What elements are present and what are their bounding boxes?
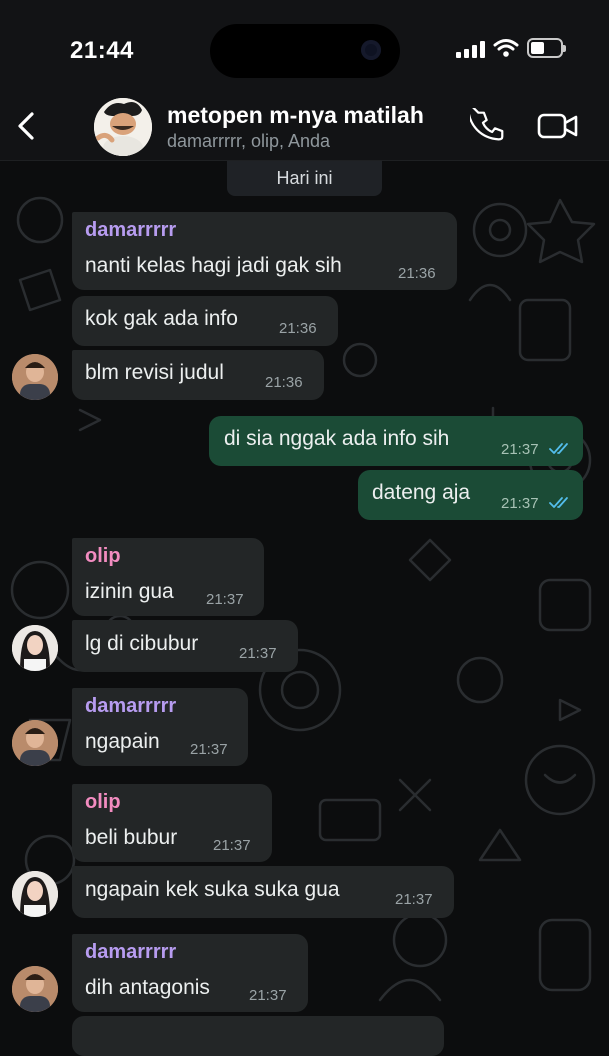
- message-text: ngapain: [85, 730, 160, 753]
- message-time: 21:36: [398, 265, 436, 282]
- message-bubble[interactable]: ngapain kek suka suka gua 21:37: [72, 866, 454, 918]
- back-chevron-icon[interactable]: [12, 108, 42, 144]
- message-text: kok gak ada info: [85, 307, 238, 330]
- message-bubble[interactable]: damarrrrr dih antagonis 21:37: [72, 934, 308, 1012]
- chat-members[interactable]: damarrrrr, olip, Anda: [167, 131, 330, 152]
- avatar[interactable]: [12, 966, 58, 1012]
- chat-messages[interactable]: Hari ini damarrrrr nanti kelas hagi jadi…: [0, 160, 609, 1056]
- avatar[interactable]: [12, 720, 58, 766]
- wifi-icon: [493, 39, 519, 57]
- avatar[interactable]: [12, 625, 58, 671]
- message-bubble-partial[interactable]: [72, 1016, 444, 1056]
- message-time: 21:36: [265, 374, 303, 391]
- message-time: 21:37: [206, 591, 244, 608]
- message-text: blm revisi judul: [85, 361, 224, 384]
- double-check-icon: [549, 443, 568, 454]
- message-bubble[interactable]: blm revisi judul 21:36: [72, 350, 324, 400]
- message-time: 21:36: [279, 320, 317, 337]
- message-time: 21:37: [501, 441, 539, 458]
- avatar[interactable]: [12, 354, 58, 400]
- status-icons: [456, 38, 566, 58]
- message-bubble-outgoing[interactable]: di sia nggak ada info sih 21:37: [209, 416, 583, 466]
- sender-name[interactable]: damarrrrr: [85, 219, 176, 242]
- message-time: 21:37: [395, 891, 433, 908]
- message-bubble[interactable]: damarrrrr ngapain 21:37: [72, 688, 248, 766]
- message-text: beli bubur: [85, 826, 178, 849]
- message-text: ngapain kek suka suka gua: [85, 878, 340, 901]
- message-bubble[interactable]: olip izinin gua 21:37: [72, 538, 264, 616]
- message-text: lg di cibubur: [85, 632, 199, 655]
- avatar-image: [12, 966, 58, 1012]
- double-check-icon: [549, 497, 568, 508]
- signal-icon: [456, 40, 485, 58]
- message-text: dih antagonis: [85, 976, 210, 999]
- status-bar: 21:44: [0, 0, 609, 100]
- message-bubble[interactable]: damarrrrr nanti kelas hagi jadi gak sih …: [72, 212, 457, 290]
- date-chip: Hari ini: [227, 160, 382, 196]
- sender-name[interactable]: damarrrrr: [85, 941, 176, 964]
- message-time: 21:37: [249, 987, 287, 1004]
- message-bubble[interactable]: lg di cibubur 21:37: [72, 620, 298, 672]
- message-text: di sia nggak ada info sih: [224, 427, 450, 450]
- avatar[interactable]: [12, 871, 58, 917]
- phone-icon[interactable]: [470, 108, 506, 144]
- video-camera-icon[interactable]: [537, 110, 579, 142]
- chat-title[interactable]: metopen m-nya matilah: [167, 102, 424, 129]
- message-text: dateng aja: [372, 481, 471, 504]
- message-time: 21:37: [190, 741, 228, 758]
- avatar-image: [12, 625, 58, 671]
- sender-name[interactable]: olip: [85, 545, 121, 568]
- message-time: 21:37: [213, 837, 251, 854]
- message-time: 21:37: [239, 645, 277, 662]
- group-avatar-image: [94, 98, 152, 156]
- chat-header: metopen m-nya matilah damarrrrr, olip, A…: [0, 98, 609, 161]
- group-avatar[interactable]: [94, 98, 152, 156]
- front-camera-icon: [361, 40, 381, 60]
- battery-icon: [527, 38, 566, 58]
- status-time: 21:44: [70, 37, 134, 64]
- message-bubble-outgoing[interactable]: dateng aja 21:37: [358, 470, 583, 520]
- message-time: 21:37: [501, 495, 539, 512]
- avatar-image: [12, 871, 58, 917]
- message-bubble[interactable]: kok gak ada info 21:36: [72, 296, 338, 346]
- message-text: izinin gua: [85, 580, 174, 603]
- avatar-image: [12, 354, 58, 400]
- message-text: nanti kelas hagi jadi gak sih: [85, 254, 342, 277]
- avatar-image: [12, 720, 58, 766]
- sender-name[interactable]: damarrrrr: [85, 695, 176, 718]
- message-bubble[interactable]: olip beli bubur 21:37: [72, 784, 272, 862]
- sender-name[interactable]: olip: [85, 791, 121, 814]
